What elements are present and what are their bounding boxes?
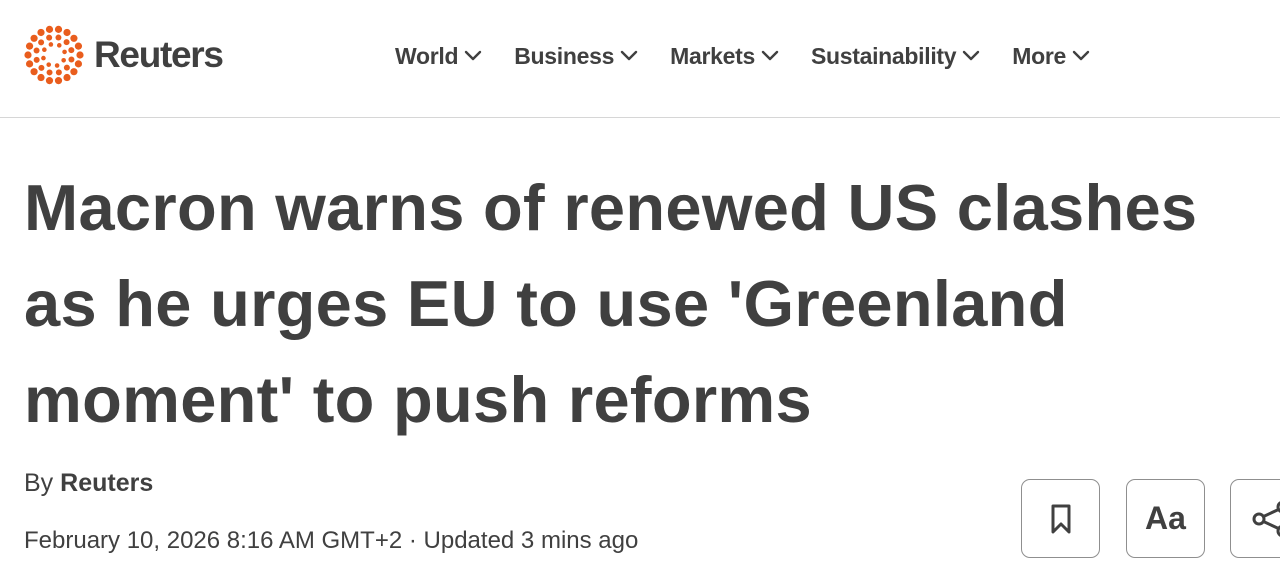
logo-dot [70,68,78,76]
nav-item-label: More [1012,42,1067,69]
main-nav: World Business Markets Sustainability Mo… [395,36,1090,76]
logo-dot [25,60,34,68]
logo-dot [54,63,60,68]
nav-item-label: World [395,42,459,69]
dateline: February 10, 2026 8:16 AM GMT+2 · Update… [24,527,639,554]
byline-prefix: By [24,469,54,497]
logo-dot [46,62,52,67]
logo-dot [45,77,54,85]
chevron-down-icon [761,50,779,61]
nav-item-label: Markets [670,42,755,69]
logo-dot [63,28,71,37]
bookmark-icon [1051,504,1070,533]
nav-item-more[interactable]: More [1012,43,1090,70]
logo-dot [56,43,62,48]
logo-dot [38,64,45,71]
logo-dot [45,25,54,33]
logo-dot [46,69,53,76]
logo-dot [48,42,54,47]
logo-dot [63,73,71,82]
chevron-down-icon [620,50,638,61]
byline: By Reuters [24,466,153,500]
logo-dot [61,57,66,63]
text-size-label: Aa [1145,500,1186,536]
logo-dot [54,77,63,85]
logo-dot [25,42,34,50]
logo-dot [63,39,70,46]
logo-dot [37,73,45,82]
reuters-logo-mark-icon [24,25,84,85]
bookmark-button[interactable] [1021,479,1100,558]
logo-dot [68,56,75,63]
logo-dot [33,47,40,54]
logo-dot [74,42,83,50]
logo-dot [68,47,75,54]
reuters-logo[interactable]: Reuters [22,23,224,87]
nav-item-world[interactable]: World [395,43,482,70]
logo-dot [62,49,67,55]
article-headline: Macron warns of renewed US clashes as he… [24,171,1198,436]
chevron-down-icon [1072,50,1090,61]
text-size-button[interactable]: Aa [1126,479,1205,558]
logo-dot [24,51,32,59]
nav-item-label: Business [514,42,615,69]
nav-item-markets[interactable]: Markets [670,43,779,70]
logo-dot [38,39,45,46]
logo-dot [63,64,70,71]
logo-dot [74,60,83,68]
share-button[interactable] [1230,479,1280,558]
nav-item-label: Sustainability [810,42,957,69]
logo-dot [70,34,78,42]
share-icon [1252,500,1280,537]
logo-dot [55,34,62,41]
logo-dot [76,51,84,59]
logo-dot [30,68,38,76]
logo-dot [55,69,62,76]
chevron-down-icon [963,50,980,61]
logo-dot [37,28,45,37]
author-link[interactable]: Reuters [60,469,153,497]
logo-dot [30,34,38,42]
logo-dot [46,34,53,41]
nav-item-sustainability[interactable]: Sustainability [811,43,980,70]
site-header: Reuters World Business Markets Sustainab… [0,0,1280,118]
nav-item-business[interactable]: Business [514,43,638,70]
logo-text: Reuters [94,34,224,75]
logo-dot [33,56,40,63]
logo-dot [54,25,63,33]
chevron-down-icon [465,50,482,61]
logo-dot [41,55,46,61]
logo-dot [42,47,47,53]
